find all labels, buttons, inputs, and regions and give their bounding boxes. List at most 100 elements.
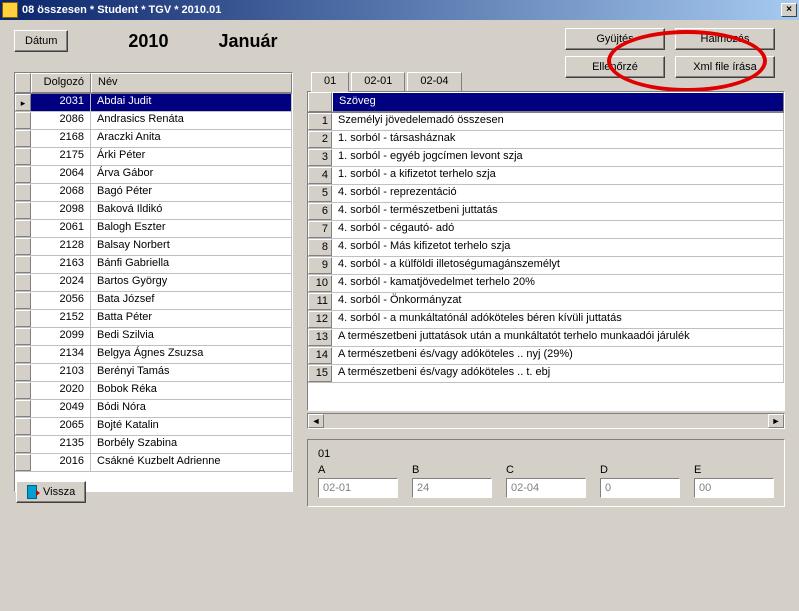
table-row[interactable]: 2064Árva Gábor: [15, 166, 292, 184]
table-row[interactable]: 2031Abdai Judit: [15, 94, 292, 112]
row-handle[interactable]: [15, 220, 31, 237]
cell-num: 3: [308, 149, 332, 166]
table-row[interactable]: 114. sorból - Önkormányzat: [308, 293, 784, 311]
cell-id: 2168: [31, 130, 91, 147]
table-row[interactable]: 74. sorból - cégautó- adó: [308, 221, 784, 239]
cell-name: Árva Gábor: [91, 166, 292, 183]
cell-id: 2068: [31, 184, 91, 201]
cell-num: 13: [308, 329, 332, 346]
tab-02-04[interactable]: 02-04: [407, 72, 461, 92]
row-handle[interactable]: [15, 346, 31, 363]
date-button[interactable]: Dátum: [14, 30, 68, 52]
table-row[interactable]: 2061Balogh Eszter: [15, 220, 292, 238]
tab-02-01[interactable]: 02-01: [351, 72, 405, 92]
cell-name: Berényi Tamás: [91, 364, 292, 381]
table-row[interactable]: 54. sorból - reprezentáció: [308, 185, 784, 203]
table-row[interactable]: 2056Bata József: [15, 292, 292, 310]
row-handle[interactable]: [15, 292, 31, 309]
row-handle[interactable]: [15, 202, 31, 219]
table-row[interactable]: 84. sorból - Más kifizetot terhelo szja: [308, 239, 784, 257]
tab-01[interactable]: 01: [311, 72, 349, 92]
table-row[interactable]: 2024Bartos György: [15, 274, 292, 292]
cell-name: Belgya Ágnes Zsuzsa: [91, 346, 292, 363]
row-handle[interactable]: [15, 256, 31, 273]
table-row[interactable]: 2016Csákné Kuzbelt Adrienne: [15, 454, 292, 472]
cell-id: 2134: [31, 346, 91, 363]
row-handle[interactable]: [15, 454, 31, 471]
back-button[interactable]: Vissza: [16, 481, 86, 503]
field-e-input[interactable]: [694, 478, 774, 498]
table-row[interactable]: 21. sorból - társasháznak: [308, 131, 784, 149]
check-button[interactable]: Ellenőrzé: [565, 56, 665, 78]
field-a-input[interactable]: [318, 478, 398, 498]
field-b-input[interactable]: [412, 478, 492, 498]
table-row[interactable]: 2135Borbély Szabina: [15, 436, 292, 454]
row-handle[interactable]: [15, 436, 31, 453]
fields-group-label: 01: [318, 448, 774, 460]
cell-name: Andrasics Renáta: [91, 112, 292, 129]
table-row[interactable]: 31. sorból - egyéb jogcímen levont szja: [308, 149, 784, 167]
row-handle[interactable]: [15, 238, 31, 255]
accumulate-button[interactable]: Halmozás: [675, 28, 775, 50]
table-row[interactable]: 64. sorból - természetbeni juttatás: [308, 203, 784, 221]
table-row[interactable]: 41. sorból - a kifizetot terhelo szja: [308, 167, 784, 185]
collect-button[interactable]: Gyüjtés: [565, 28, 665, 50]
table-row[interactable]: 2099Bedi Szilvia: [15, 328, 292, 346]
text-grid[interactable]: Szöveg 1Személyi jövedelemadó összesen21…: [307, 91, 785, 411]
cell-text: 4. sorból - a külföldi illetoségumagánsz…: [332, 257, 784, 274]
table-row[interactable]: 2175Árki Péter: [15, 148, 292, 166]
table-row[interactable]: 2065Bojté Katalin: [15, 418, 292, 436]
table-row[interactable]: 2049Bódi Nóra: [15, 400, 292, 418]
table-row[interactable]: 2098Baková Ildikó: [15, 202, 292, 220]
row-handle[interactable]: [15, 310, 31, 327]
cell-num: 6: [308, 203, 332, 220]
cell-id: 2016: [31, 454, 91, 471]
row-handle[interactable]: [15, 418, 31, 435]
table-row[interactable]: 2086Andrasics Renáta: [15, 112, 292, 130]
table-row[interactable]: 124. sorból - a munkáltatónál adóköteles…: [308, 311, 784, 329]
cell-id: 2056: [31, 292, 91, 309]
xml-write-button[interactable]: Xml file írása: [675, 56, 775, 78]
table-row[interactable]: 2128Balsay Norbert: [15, 238, 292, 256]
row-handle[interactable]: [15, 130, 31, 147]
row-handle[interactable]: [15, 166, 31, 183]
employee-grid[interactable]: Dolgozó Név 2031Abdai Judit2086Andrasics…: [14, 72, 293, 492]
table-row[interactable]: 2020Bobok Réka: [15, 382, 292, 400]
table-row[interactable]: 15A természetbeni és/vagy adóköteles .. …: [308, 365, 784, 383]
row-handle[interactable]: [15, 94, 31, 111]
scroll-right-icon[interactable]: ►: [768, 414, 784, 428]
table-row[interactable]: 2103Berényi Tamás: [15, 364, 292, 382]
hscrollbar[interactable]: ◄ ►: [307, 413, 785, 429]
col-header-text[interactable]: Szöveg: [332, 92, 784, 112]
scroll-left-icon[interactable]: ◄: [308, 414, 324, 428]
table-row[interactable]: 2152Batta Péter: [15, 310, 292, 328]
cell-text: 4. sorból - Más kifizetot terhelo szja: [332, 239, 784, 256]
row-handle[interactable]: [15, 274, 31, 291]
close-icon[interactable]: ×: [781, 3, 797, 17]
row-handle[interactable]: [15, 400, 31, 417]
col-header-id[interactable]: Dolgozó: [31, 73, 91, 93]
table-row[interactable]: 2068Bagó Péter: [15, 184, 292, 202]
cell-name: Balogh Eszter: [91, 220, 292, 237]
row-handle[interactable]: [15, 184, 31, 201]
row-handle[interactable]: [15, 328, 31, 345]
row-handle[interactable]: [15, 112, 31, 129]
table-row[interactable]: 2168Araczki Anita: [15, 130, 292, 148]
col-header-name[interactable]: Név: [91, 73, 292, 93]
table-row[interactable]: 14A természetbeni és/vagy adóköteles .. …: [308, 347, 784, 365]
field-d-input[interactable]: [600, 478, 680, 498]
table-row[interactable]: 13A természetbeni juttatások után a munk…: [308, 329, 784, 347]
cell-id: 2163: [31, 256, 91, 273]
table-row[interactable]: 2134Belgya Ágnes Zsuzsa: [15, 346, 292, 364]
table-row[interactable]: 1Személyi jövedelemadó összesen: [308, 113, 784, 131]
table-row[interactable]: 2163Bánfi Gabriella: [15, 256, 292, 274]
field-c-input[interactable]: [506, 478, 586, 498]
table-row[interactable]: 104. sorból - kamatjövedelmet terhelo 20…: [308, 275, 784, 293]
cell-id: 2135: [31, 436, 91, 453]
cell-name: Bagó Péter: [91, 184, 292, 201]
row-handle[interactable]: [15, 148, 31, 165]
row-handle[interactable]: [15, 364, 31, 381]
cell-id: 2128: [31, 238, 91, 255]
table-row[interactable]: 94. sorból - a külföldi illetoségumagáns…: [308, 257, 784, 275]
row-handle[interactable]: [15, 382, 31, 399]
